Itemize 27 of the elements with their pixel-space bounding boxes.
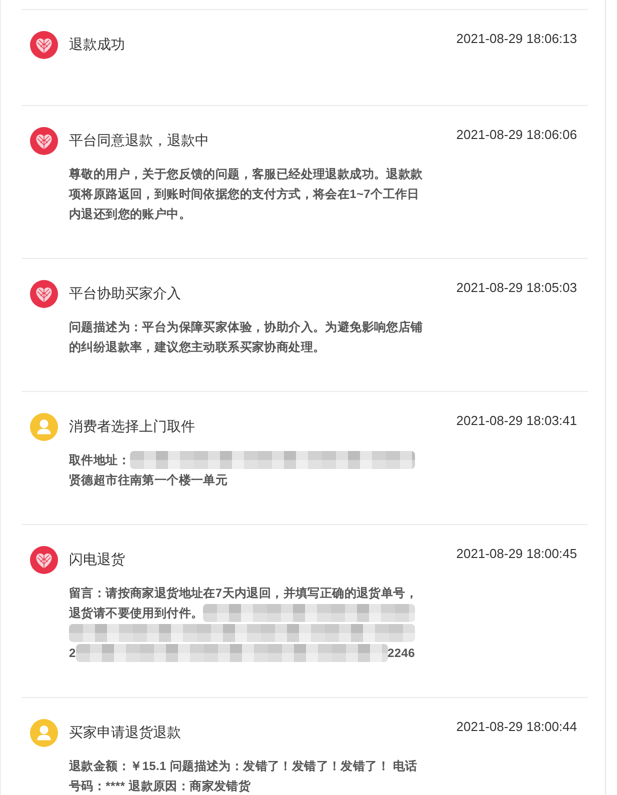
- event-title: 平台同意退款，退款中: [69, 132, 209, 150]
- event-description: 问题描述为：平台为保障买家体验，协助介入。为避免影响您店铺的纠纷退款率，建议您主动联系买家协商处理。: [69, 319, 424, 356]
- event-title: 闪电退货: [69, 551, 125, 569]
- event-timestamp: 2021-08-29 18:06:06: [456, 127, 577, 142]
- event-description: 退款金额：￥15.1 问题描述为：发错了！发错了！发错了！ 电话号码：**** 退款原因：商家发错货: [69, 758, 418, 795]
- heart-logo-icon: [30, 127, 58, 155]
- person-avatar-icon: [30, 719, 58, 747]
- event-timestamp: 2021-08-29 18:03:41: [456, 413, 577, 428]
- event-title: 退款成功: [69, 36, 125, 54]
- heart-logo-icon: [30, 546, 58, 574]
- event-timestamp: 2021-08-29 18:05:03: [456, 280, 577, 295]
- event-title: 消费者选择上门取件: [69, 418, 195, 436]
- description-text: 2: [69, 645, 76, 662]
- event-title: 买家申请退货退款: [69, 724, 181, 742]
- event-timestamp: 2021-08-29 18:00:44: [456, 719, 577, 734]
- person-avatar-icon: [30, 413, 58, 441]
- description-text: 留言：请按商家退货地址在7天内退回，并填写正确的退货单号，: [69, 585, 418, 602]
- description-text: 取件地址：: [69, 452, 130, 469]
- description-text: 贤德超市往南第一个楼一单元: [69, 472, 228, 489]
- description-text: 退货请不要使用到付件。: [69, 605, 204, 622]
- heart-logo-icon: [30, 280, 58, 308]
- description-text: 2246: [388, 645, 415, 662]
- event-timestamp: 2021-08-29 18:06:13: [456, 31, 577, 46]
- event-title: 平台协助买家介入: [69, 285, 181, 303]
- event-description: 尊敬的用户，关于您反馈的问题，客服已经处理退款成功。退款款项将原路返回，到账时间依据您的支付方式，将会在1~7个工作日内退还到您的账户中。: [69, 166, 424, 223]
- event-timestamp: 2021-08-29 18:00:45: [456, 546, 577, 561]
- heart-logo-icon: [30, 31, 58, 59]
